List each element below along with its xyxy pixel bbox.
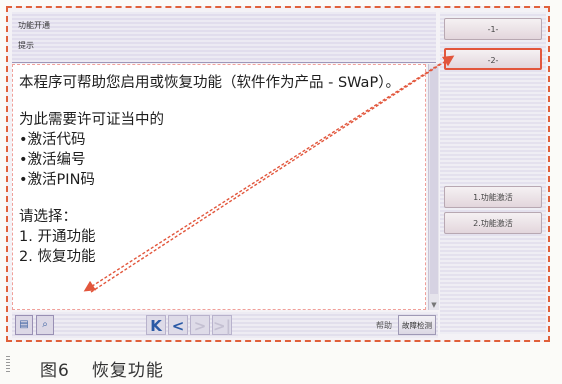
first-page-button[interactable]: K — [146, 315, 166, 335]
requirement-item: •激活代码 — [19, 132, 86, 148]
scroll-thumb[interactable] — [430, 68, 438, 294]
diagnostic-window: 功能开通 提示 本程序可帮助您启用或恢复功能（软件作为产品 - SWaP）。 为… — [6, 6, 550, 342]
requirement-title: 为此需要许可证当中的 — [19, 112, 164, 128]
figure-caption: 图6 恢复功能 — [40, 356, 164, 381]
requirement-item: •激活编号 — [19, 152, 86, 168]
requirement-item: •激活PIN码 — [19, 172, 95, 188]
content-panel: 本程序可帮助您启用或恢复功能（软件作为产品 - SWaP）。 为此需要许可证当中… — [12, 64, 426, 310]
window-subtitle: 提示 — [18, 41, 34, 50]
zoom-icon[interactable]: ⌕ — [36, 315, 54, 335]
choose-label: 请选择： — [19, 209, 77, 225]
figure-number: 图6 — [40, 361, 70, 381]
side-button-2[interactable]: -2- — [444, 48, 542, 70]
option-restore: 2. 恢复功能 — [19, 249, 96, 265]
bottom-toolbar: ▤ ⌕ K < > >| 帮助 故障检测 — [12, 312, 438, 338]
option-activate: 1. 开通功能 — [19, 229, 96, 245]
last-page-button[interactable]: >| — [212, 315, 232, 335]
window-title: 功能开通 — [18, 21, 50, 30]
print-icon[interactable]: ▤ — [15, 315, 33, 335]
prev-page-button[interactable]: < — [168, 315, 188, 335]
side-panel: -1- -2- 1.功能激活 2.功能激活 — [440, 12, 546, 334]
side-button-1[interactable]: -1- — [444, 18, 542, 40]
activate-option-button[interactable]: 1.功能激活 — [444, 186, 542, 208]
window-header: 功能开通 提示 — [12, 12, 436, 63]
next-page-button[interactable]: > — [190, 315, 210, 335]
help-link[interactable]: 帮助 — [376, 320, 392, 331]
intro-text: 本程序可帮助您启用或恢复功能（软件作为产品 - SWaP）。 — [19, 75, 400, 91]
scroll-down-icon[interactable]: ▼ — [429, 300, 439, 310]
page-edge-mark — [6, 356, 10, 372]
fault-query-button[interactable]: 故障检测 — [398, 315, 436, 335]
figure-title: 恢复功能 — [91, 361, 164, 381]
restore-option-button[interactable]: 2.功能激活 — [444, 212, 542, 234]
content-scrollbar[interactable]: ▲ ▼ — [428, 64, 439, 310]
